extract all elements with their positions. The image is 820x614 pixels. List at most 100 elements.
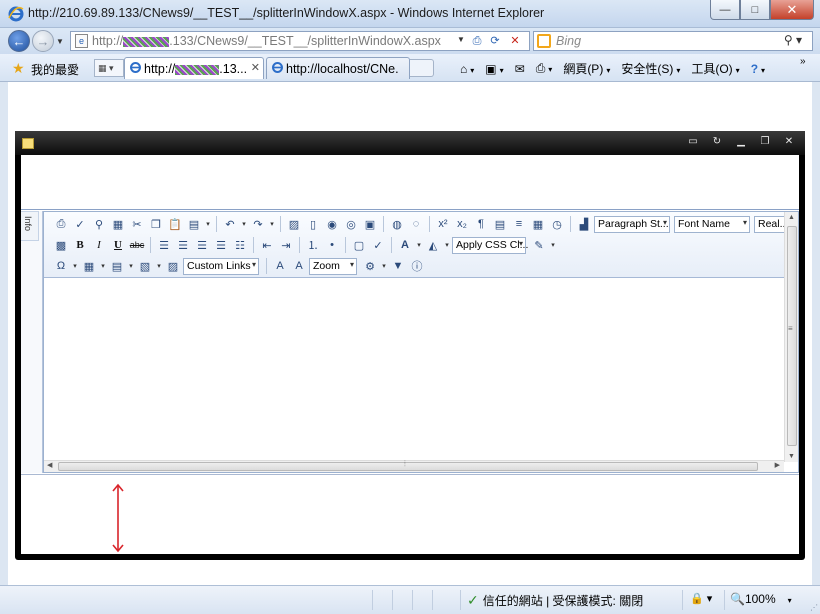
- feeds-button[interactable]: ▣ ▾: [485, 62, 503, 76]
- underline-button[interactable]: U: [109, 236, 127, 254]
- insert-table-dropdown-icon[interactable]: ▦: [80, 257, 98, 275]
- resize-grip-icon[interactable]: ⋰: [810, 603, 818, 612]
- dropdown-arrow-icon[interactable]: ▾: [268, 215, 276, 233]
- scroll-down-icon[interactable]: ▼: [788, 453, 795, 460]
- forward-button[interactable]: →: [32, 30, 54, 52]
- media-manager-icon[interactable]: ◎: [342, 215, 360, 233]
- align-right-icon[interactable]: ☰: [193, 236, 211, 254]
- safety-menu[interactable]: 安全性(S) ▾: [621, 60, 680, 77]
- page-menu[interactable]: 網頁(P) ▾: [563, 60, 610, 77]
- address-input[interactable]: e http:// .133/CNews9/__TEST__/splitterIn…: [70, 31, 530, 51]
- recent-pages-dropdown-icon[interactable]: ▼: [56, 37, 64, 46]
- stop-icon[interactable]: ✕: [507, 33, 523, 49]
- font-name-dropdown[interactable]: Font Name: [674, 215, 750, 233]
- image-manager-icon[interactable]: ▨: [285, 215, 303, 233]
- zoom-button[interactable]: 🔍100% ▾: [730, 592, 792, 606]
- horizontal-scrollbar[interactable]: ◀ ⦙ ▶: [44, 459, 784, 472]
- dropdown-arrow-icon[interactable]: ▾: [380, 257, 388, 275]
- insert-custom-icon[interactable]: ▧: [136, 257, 154, 275]
- indent-icon[interactable]: ⇥: [277, 236, 295, 254]
- convert-to-lower-icon[interactable]: A: [290, 257, 308, 275]
- track-changes-icon[interactable]: ▼: [389, 257, 407, 275]
- xhtml-validator-icon[interactable]: ✓: [369, 236, 387, 254]
- maximize-icon[interactable]: ❐: [759, 136, 771, 147]
- dropdown-arrow-icon[interactable]: ▾: [240, 215, 248, 233]
- copy-icon[interactable]: ❐: [147, 215, 165, 233]
- compatibility-view-icon[interactable]: ⎙: [469, 33, 485, 49]
- new-tab-button[interactable]: [410, 59, 434, 77]
- close-icon[interactable]: ✕: [783, 136, 795, 147]
- italic-button[interactable]: I: [90, 236, 108, 254]
- hyperlink-icon[interactable]: ◍: [388, 215, 406, 233]
- flash-manager-icon[interactable]: ◉: [323, 215, 341, 233]
- dropdown-arrow-icon[interactable]: ▾: [415, 236, 423, 254]
- paragraph-icon[interactable]: ¶: [472, 215, 490, 233]
- insert-snippet-icon[interactable]: ▤: [108, 257, 126, 275]
- scroll-left-icon[interactable]: ◀: [47, 461, 52, 469]
- insert-form-icon[interactable]: ▤: [491, 215, 509, 233]
- module-manager-icon[interactable]: ▩: [52, 236, 70, 254]
- security-zone[interactable]: ✓ 信任的網站 | 受保護模式: 關閉: [467, 592, 643, 609]
- image-map-icon[interactable]: ▨: [164, 257, 182, 275]
- vertical-scroll-thumb[interactable]: [787, 226, 797, 446]
- dropdown-arrow-icon[interactable]: ▾: [155, 257, 163, 275]
- print-button[interactable]: ⎙ ▾: [536, 61, 553, 76]
- align-center-icon[interactable]: ☰: [174, 236, 192, 254]
- paste-options-icon[interactable]: ▤: [185, 215, 203, 233]
- minimize-icon[interactable]: ▁: [735, 136, 747, 147]
- scroll-right-icon[interactable]: ▶: [775, 461, 780, 469]
- zoom-dropdown[interactable]: Zoom: [309, 257, 357, 275]
- dropdown-arrow-icon[interactable]: ▾: [127, 257, 135, 275]
- pin-icon[interactable]: ▭: [687, 136, 699, 147]
- insert-symbol-icon[interactable]: Ω: [52, 257, 70, 275]
- insert-table-icon[interactable]: ▦: [529, 215, 547, 233]
- more-chevron-icon[interactable]: »: [800, 56, 806, 67]
- subscript-icon[interactable]: x₂: [453, 215, 471, 233]
- outdent-icon[interactable]: ⇤: [258, 236, 276, 254]
- select-all-icon[interactable]: ▦: [109, 215, 127, 233]
- tab-splitter[interactable]: http://.13... ✕: [124, 57, 264, 79]
- home-button[interactable]: ⌂ ▾: [460, 62, 474, 76]
- vertical-scrollbar[interactable]: ▲ ≡ ▼: [784, 212, 798, 462]
- editor-content-area[interactable]: [44, 278, 784, 462]
- remove-link-icon[interactable]: ◌: [407, 215, 425, 233]
- spellcheck-icon[interactable]: ✓: [71, 215, 89, 233]
- justify-icon[interactable]: ☰: [212, 236, 230, 254]
- address-dropdown-icon[interactable]: ▼: [457, 35, 465, 44]
- redo-icon[interactable]: ↷: [249, 215, 267, 233]
- back-color-icon[interactable]: ◭: [424, 236, 442, 254]
- tools-menu[interactable]: 工具(O) ▾: [691, 60, 739, 77]
- format-stripper-icon[interactable]: ▟: [575, 215, 593, 233]
- dropdown-arrow-icon[interactable]: ▾: [443, 236, 451, 254]
- horizontal-scroll-thumb[interactable]: [58, 462, 758, 471]
- search-icon[interactable]: ⚲ ▾: [784, 33, 802, 47]
- superscript-icon[interactable]: x²: [434, 215, 452, 233]
- dropdown-arrow-icon[interactable]: ▾: [204, 215, 212, 233]
- reload-icon[interactable]: ↻: [711, 136, 723, 147]
- info-tab[interactable]: Info: [21, 211, 39, 241]
- bold-button[interactable]: B: [71, 236, 89, 254]
- convert-to-upper-icon[interactable]: A: [271, 257, 289, 275]
- address-url[interactable]: http:// .133/CNews9/__TEST__/splitterInWi…: [92, 34, 441, 48]
- mail-button[interactable]: ✉: [515, 62, 525, 76]
- strikethrough-button[interactable]: abc: [128, 236, 146, 254]
- search-input[interactable]: Bing ⚲ ▾: [533, 31, 813, 51]
- dropdown-arrow-icon[interactable]: ▾: [99, 257, 107, 275]
- bullet-list-icon[interactable]: •: [323, 236, 341, 254]
- zoom-dropdown-icon[interactable]: ▾: [788, 596, 792, 605]
- document-manager-icon[interactable]: ▯: [304, 215, 322, 233]
- dropdown-arrow-icon[interactable]: ▾: [549, 236, 557, 254]
- undo-icon[interactable]: ↶: [221, 215, 239, 233]
- horizontal-rule-icon[interactable]: ≡: [510, 215, 528, 233]
- close-button[interactable]: ✕: [770, 0, 814, 20]
- toggle-borders-icon[interactable]: ▢: [350, 236, 368, 254]
- paste-icon[interactable]: 📋: [166, 215, 184, 233]
- minimize-button[interactable]: —: [710, 0, 740, 20]
- favorites-star-icon[interactable]: ★: [12, 60, 25, 77]
- insert-date-icon[interactable]: ◷: [548, 215, 566, 233]
- dropdown-arrow-icon[interactable]: ▾: [71, 257, 79, 275]
- protected-mode-icon[interactable]: 🔒 ▾: [690, 592, 712, 605]
- quick-tabs-button[interactable]: ▦ ▾: [94, 59, 124, 77]
- print-icon[interactable]: ⎙: [52, 215, 70, 233]
- custom-links-dropdown[interactable]: Custom Links: [183, 257, 259, 275]
